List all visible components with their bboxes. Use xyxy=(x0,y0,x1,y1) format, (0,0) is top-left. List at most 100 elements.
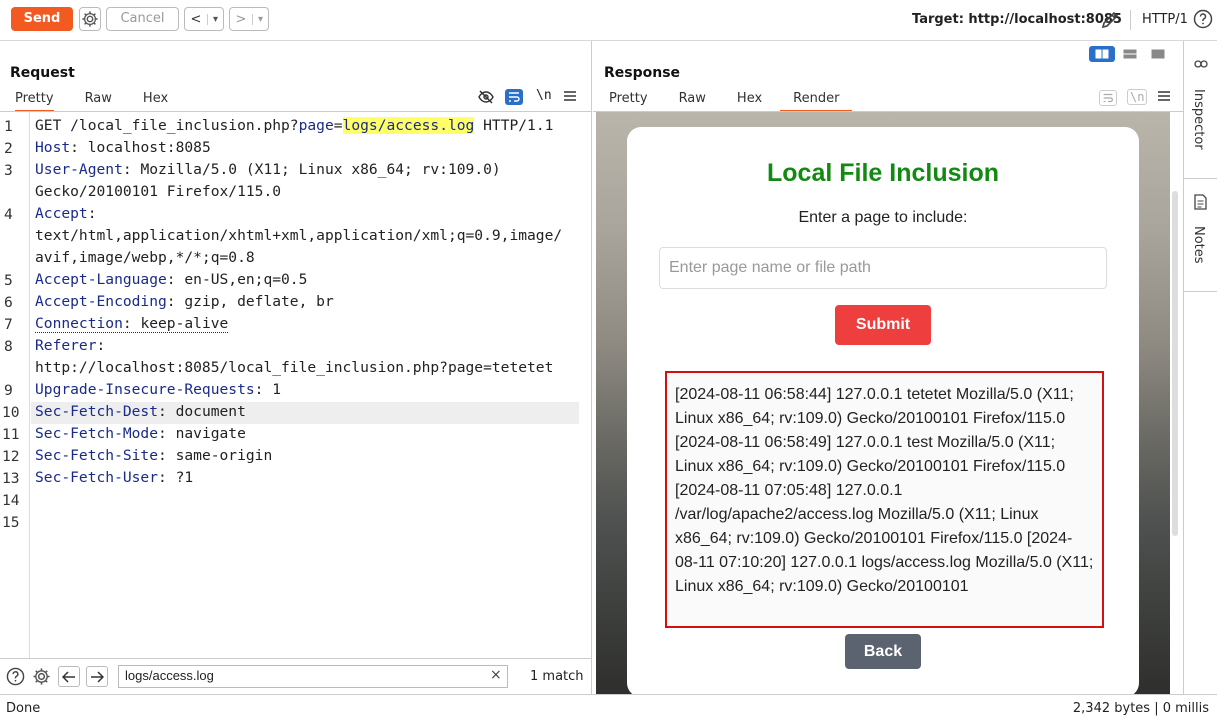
tab-response-render[interactable]: Render xyxy=(780,91,852,112)
request-tabs: Pretty Raw Hex xyxy=(15,91,199,112)
wrap-lines-button[interactable] xyxy=(505,89,523,105)
divider xyxy=(1184,178,1217,179)
header-line: Referer: xyxy=(35,337,105,354)
forward-arrow-icon[interactable]: > xyxy=(230,12,252,27)
right-sidebar: Inspector Notes xyxy=(1183,41,1217,694)
header-key: Sec-Fetch-Site xyxy=(35,447,158,464)
render-scrollbar[interactable] xyxy=(1172,191,1178,536)
hide-nonprintable-button[interactable] xyxy=(478,89,494,109)
tab-request-raw[interactable]: Raw xyxy=(85,91,112,112)
request-protocol: HTTP/1.1 xyxy=(474,117,553,134)
header-key: Accept-Language xyxy=(35,271,167,288)
layout-tabs-button[interactable] xyxy=(1145,46,1171,62)
hamburger-icon xyxy=(1157,89,1171,103)
line-number: 3 xyxy=(4,162,13,179)
tab-request-hex[interactable]: Hex xyxy=(143,91,168,112)
back-arrow-icon[interactable]: < xyxy=(185,12,207,27)
response-size-timing: 2,342 bytes | 0 millis xyxy=(1073,701,1209,716)
response-menu-button[interactable] xyxy=(1157,89,1171,107)
header-value: : gzip, deflate, br xyxy=(167,293,334,310)
header-key: Referer xyxy=(35,337,97,354)
top-toolbar: Send Cancel < ▾ > ▾ Target: http://local… xyxy=(0,0,1217,41)
header-line: User-Agent: Mozilla/5.0 (X11; Linux x86_… xyxy=(35,161,501,178)
request-menu-button[interactable] xyxy=(563,89,577,107)
notes-tab[interactable] xyxy=(1194,194,1207,214)
layout-side-by-side-button[interactable] xyxy=(1089,46,1115,62)
header-key: Sec-Fetch-Mode xyxy=(35,425,158,442)
response-newline-toggle[interactable]: \n xyxy=(1127,89,1147,105)
help-button[interactable] xyxy=(1193,9,1213,33)
search-settings-button[interactable] xyxy=(32,667,51,690)
gear-icon xyxy=(81,10,99,28)
lfi-card: Local File Inclusion Enter a page to inc… xyxy=(627,127,1139,694)
search-help-button[interactable] xyxy=(6,667,25,690)
header-line: Connection: keep-alive xyxy=(35,315,228,332)
header-line: Sec-Fetch-Dest: document xyxy=(35,403,246,420)
response-wrap-button[interactable] xyxy=(1099,90,1117,106)
layout-stacked-button[interactable] xyxy=(1117,46,1143,62)
columns-icon xyxy=(1095,49,1109,59)
edit-target-button[interactable] xyxy=(1099,9,1121,35)
header-value: : keep-alive xyxy=(123,315,228,332)
status-text: Done xyxy=(6,701,40,716)
help-icon xyxy=(6,667,25,686)
target-label: Target: http://localhost:8085 xyxy=(912,12,1122,27)
cancel-button[interactable]: Cancel xyxy=(106,7,179,31)
header-line: Upgrade-Insecure-Requests: 1 xyxy=(35,381,281,398)
header-line: Accept: xyxy=(35,205,97,222)
line-number: 9 xyxy=(4,382,13,399)
tab-response-raw[interactable]: Raw xyxy=(679,91,706,112)
settings-button[interactable] xyxy=(79,7,101,31)
line-number: 13 xyxy=(2,470,20,487)
inspector-icon xyxy=(1193,57,1209,71)
line-number: 14 xyxy=(2,492,20,509)
response-tabs: Pretty Raw Hex Render xyxy=(609,91,883,112)
divider xyxy=(1184,291,1217,292)
send-button[interactable]: Send xyxy=(11,7,73,31)
inspector-tab[interactable] xyxy=(1193,57,1209,75)
header-line: Sec-Fetch-User: ?1 xyxy=(35,469,193,486)
search-input[interactable]: logs/access.log xyxy=(118,665,508,688)
header-key: Accept-Encoding xyxy=(35,293,167,310)
pencil-icon xyxy=(1099,9,1121,31)
included-file-output: [2024-08-11 06:58:44] 127.0.0.1 tetetet … xyxy=(665,371,1104,628)
back-dropdown-icon[interactable]: ▾ xyxy=(207,14,223,25)
gear-icon xyxy=(32,667,51,686)
request-title: Request xyxy=(10,65,75,81)
inspector-label[interactable]: Inspector xyxy=(1191,89,1206,150)
rendered-response: Local File Inclusion Enter a page to inc… xyxy=(596,112,1170,694)
page-path-input[interactable]: Enter page name or file path xyxy=(659,247,1107,289)
header-key: Sec-Fetch-User xyxy=(35,469,158,486)
header-value: : xyxy=(97,337,106,354)
protocol-selector[interactable]: HTTP/1 xyxy=(1142,12,1188,27)
newline-toggle[interactable]: \n xyxy=(536,88,552,103)
tab-request-pretty[interactable]: Pretty xyxy=(15,91,54,112)
history-forward-group[interactable]: > ▾ xyxy=(229,7,269,31)
header-value: : en-US,en;q=0.5 xyxy=(167,271,308,288)
back-button[interactable]: Back xyxy=(845,634,921,669)
header-continuation: Gecko/20100101 Firefox/115.0 xyxy=(35,183,281,200)
response-title: Response xyxy=(604,65,680,81)
request-editor[interactable]: 1 2 3 4 5 6 7 8 9 10 11 12 13 14 15 GET … xyxy=(0,112,592,658)
page-title: Local File Inclusion xyxy=(627,159,1139,188)
header-continuation: http://localhost:8085/local_file_inclusi… xyxy=(35,359,553,376)
clear-search-icon[interactable]: × xyxy=(490,667,502,683)
hamburger-icon xyxy=(563,89,577,103)
divider xyxy=(1130,10,1131,30)
header-continuation: avif,image/webp,*/*;q=0.8 xyxy=(35,249,255,266)
header-key: User-Agent xyxy=(35,161,123,178)
header-value: : Mozilla/5.0 (X11; Linux x86_64; rv:109… xyxy=(123,161,501,178)
submit-button[interactable]: Submit xyxy=(835,305,931,345)
forward-dropdown-icon[interactable]: ▾ xyxy=(252,14,268,25)
header-key: Upgrade-Insecure-Requests xyxy=(35,381,255,398)
wrap-icon xyxy=(1100,91,1116,105)
search-previous-button[interactable] xyxy=(58,666,80,687)
search-next-button[interactable] xyxy=(86,666,108,687)
history-back-group[interactable]: < ▾ xyxy=(184,7,224,31)
line-number: 7 xyxy=(4,316,13,333)
header-value: : navigate xyxy=(158,425,246,442)
tab-response-hex[interactable]: Hex xyxy=(737,91,762,112)
tab-response-pretty[interactable]: Pretty xyxy=(609,91,648,112)
page-subtitle: Enter a page to include: xyxy=(627,209,1139,227)
notes-label[interactable]: Notes xyxy=(1191,226,1206,264)
